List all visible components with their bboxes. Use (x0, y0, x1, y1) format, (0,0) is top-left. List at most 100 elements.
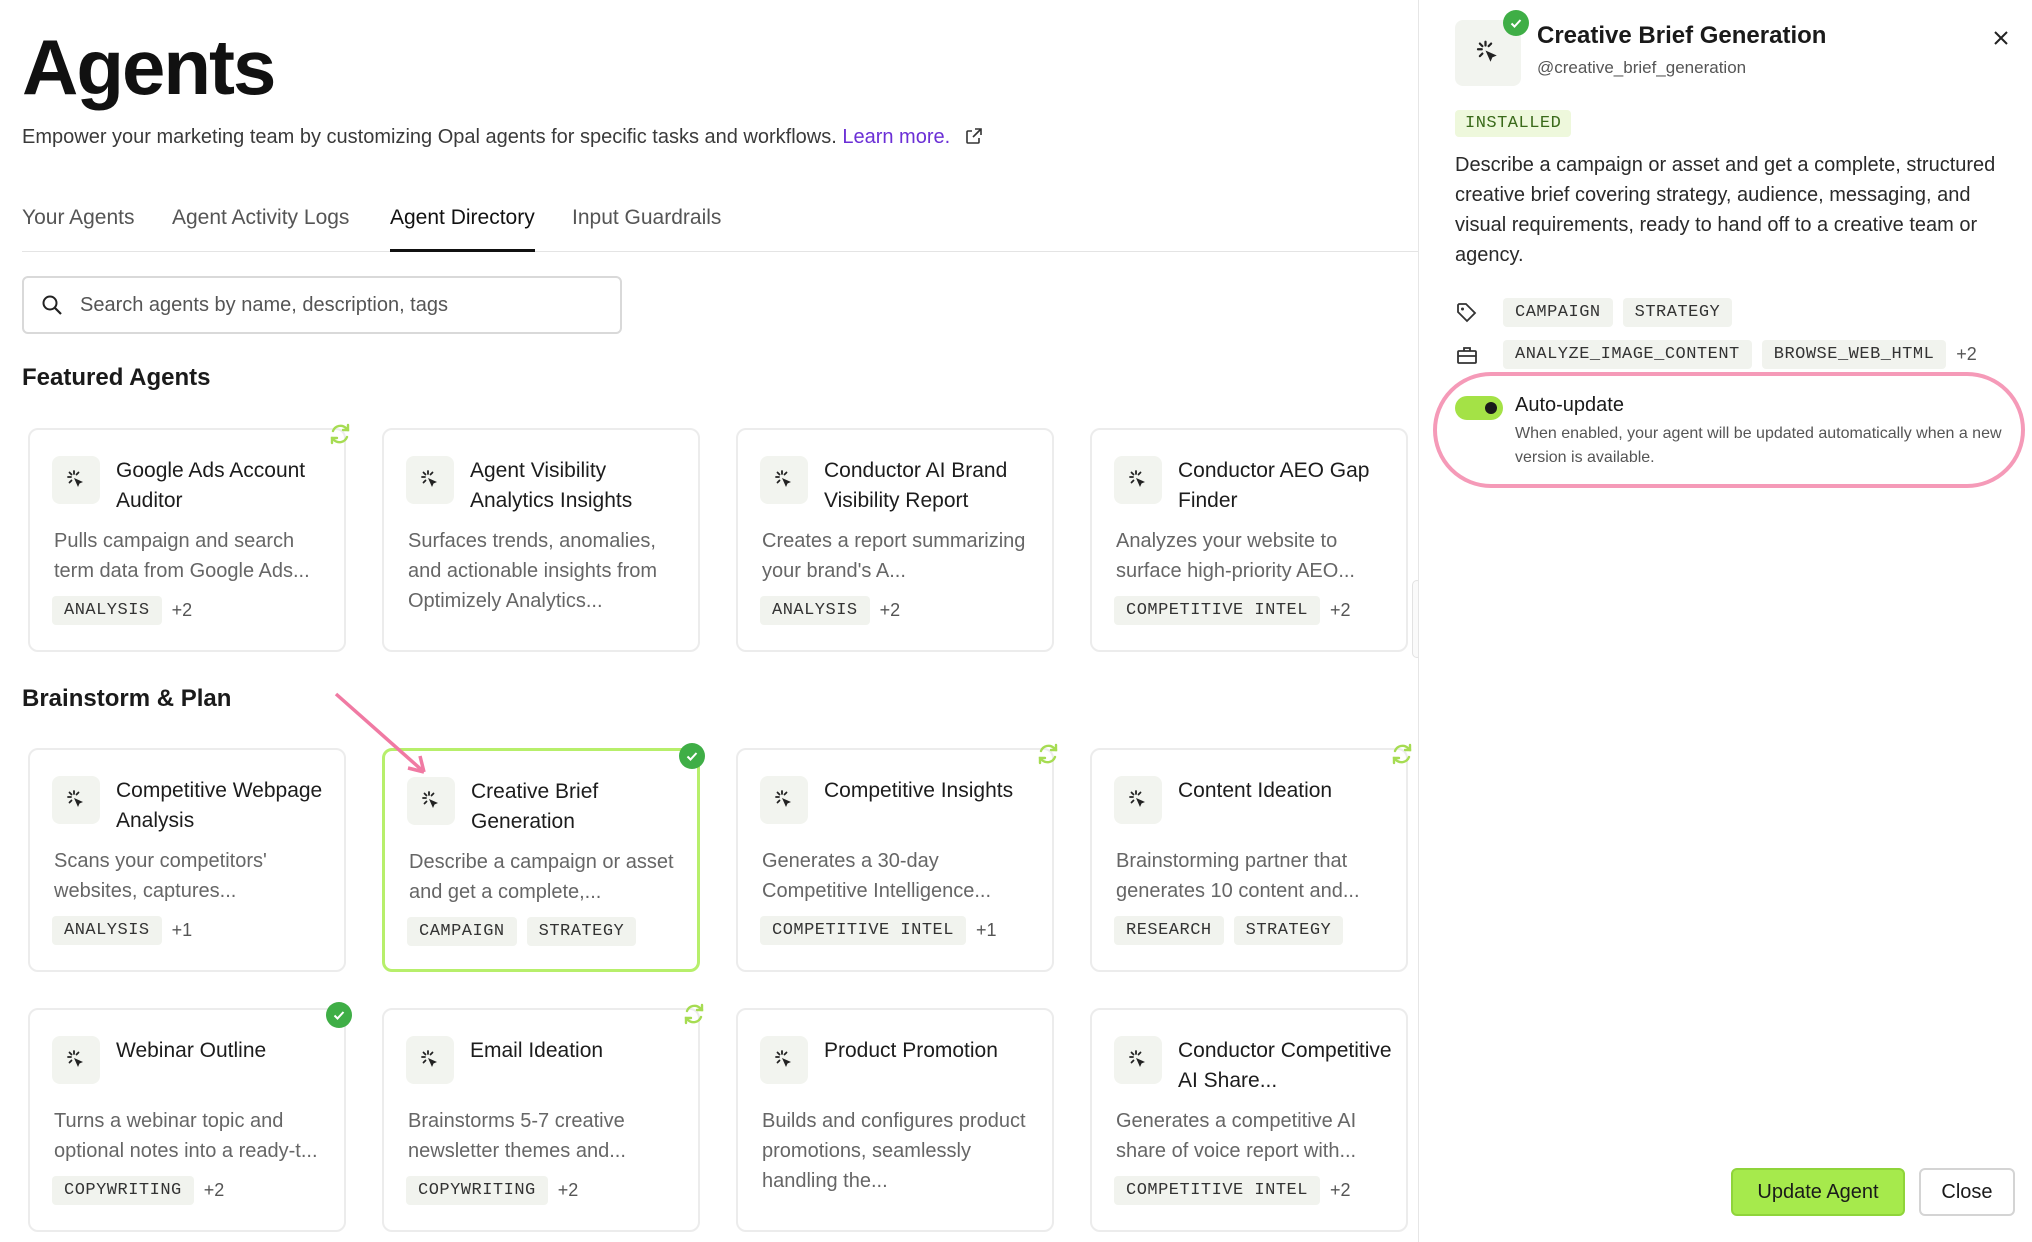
panel-tools-more[interactable]: +2 (1956, 344, 1977, 365)
card-tag: ANALYSIS (52, 596, 162, 625)
auto-update-title: Auto-update (1515, 394, 1624, 416)
agent-cursor-icon (407, 777, 455, 825)
card-title: Agent Visibility Analytics Insights (470, 459, 633, 512)
agent-cursor-icon (52, 456, 100, 504)
panel-tags-row: CAMPAIGN STRATEGY (1455, 298, 1733, 327)
card-tag: ANALYSIS (760, 596, 870, 625)
card-description: Builds and configures product promotions… (762, 1110, 1026, 1192)
card-tags: ANALYSIS +2 (52, 596, 192, 625)
agent-card[interactable]: Google Ads Account Auditor Pulls campaign… (28, 423, 350, 652)
agent-cursor-icon (1114, 456, 1162, 504)
card-title: Product Promotion (824, 1039, 998, 1062)
card-title: Conductor AEO Gap Finder (1178, 459, 1370, 512)
card-tags: ANALYSIS +2 (760, 596, 900, 625)
subtitle-text: Empower your marketing team by customizi… (22, 126, 837, 148)
panel-tool: BROWSE_WEB_HTML (1761, 340, 1947, 369)
tab-agent-activity-logs[interactable]: Agent Activity Logs (172, 206, 349, 252)
agent-cursor-icon (52, 1036, 100, 1084)
card-description: Turns a webinar topic and optional notes… (54, 1110, 318, 1162)
card-tag: COPYWRITING (406, 1176, 548, 1205)
card-tags-more: +1 (975, 920, 997, 940)
card-tags: COMPETITIVE INTEL +2 (1114, 1176, 1350, 1205)
panel-tool: ANALYZE_IMAGE_CONTENT (1503, 340, 1752, 369)
search-box (22, 276, 622, 334)
agent-cursor-icon (1114, 1036, 1162, 1084)
installed-check-icon (679, 743, 705, 769)
card-description: Brainstorms 5-7 creative newsletter them… (408, 1110, 626, 1162)
agent-card[interactable]: Product Promotion Builds and configures p… (736, 1008, 1054, 1232)
update-agent-button[interactable]: Update Agent (1731, 1168, 1905, 1216)
card-title: Content Ideation (1178, 779, 1333, 802)
tab-input-guardrails[interactable]: Input Guardrails (572, 206, 721, 252)
card-title: Email Ideation (470, 1039, 604, 1062)
card-tags-more: +2 (203, 1180, 225, 1200)
agent-card[interactable]: Agent Visibility Analytics Insights Surfa… (382, 428, 700, 652)
card-tags-more: +1 (171, 920, 193, 940)
annotation-arrow (334, 692, 426, 774)
agent-card[interactable]: Conductor AI Brand Visibility Report Crea… (736, 428, 1054, 652)
card-tags: RESEARCH STRATEGY (1114, 916, 1344, 945)
agent-cursor-icon (52, 776, 100, 824)
agent-card[interactable]: Webinar Outline Turns a webinar topic and… (28, 1002, 352, 1232)
card-title: Conductor AI Brand Visibility Report (824, 459, 1008, 512)
card-tag: STRATEGY (526, 917, 637, 946)
close-icon[interactable] (1989, 26, 2013, 50)
card-tags-more: +2 (1329, 600, 1351, 620)
toggle-knob (1485, 402, 1497, 414)
search-icon (42, 295, 62, 315)
close-button[interactable]: Close (1919, 1168, 2015, 1216)
card-tags-more: +2 (1329, 1180, 1351, 1200)
agent-cursor-icon (406, 456, 454, 504)
page-subtitle: Empower your marketing team by customizi… (22, 126, 984, 149)
card-description: Scans your competitors' websites, captur… (54, 850, 267, 902)
auto-update-toggle[interactable] (1455, 396, 1503, 420)
agents-page: Agents Empower your marketing team by cu… (0, 0, 2032, 1242)
tag-icon (1457, 302, 1477, 322)
agent-card[interactable]: Content Ideation Brainstorming partner th… (1090, 743, 1412, 972)
agent-card[interactable]: Competitive Insights Generates a 30-day C… (736, 743, 1058, 972)
card-description: Generates a competitive AI share of voic… (1116, 1110, 1357, 1162)
card-title: Competitive Insights (824, 779, 1014, 802)
card-tags: COPYWRITING +2 (406, 1176, 578, 1205)
card-tags-more: +2 (879, 600, 901, 620)
card-description: Creates a report summarizing your brand'… (762, 530, 1026, 582)
tab-your-agents[interactable]: Your Agents (22, 206, 135, 252)
agent-card[interactable]: Email Ideation Brainstorms 5-7 creative n… (382, 1003, 704, 1232)
update-available-icon (1034, 740, 1062, 768)
panel-tag: CAMPAIGN (1503, 298, 1613, 327)
agent-cursor-icon (406, 1036, 454, 1084)
page-title: Agents (22, 23, 276, 111)
section-brainstorm-plan: Brainstorm & Plan (22, 685, 232, 712)
status-badge: INSTALLED (1455, 110, 1572, 137)
card-tag: ANALYSIS (52, 916, 162, 945)
agent-detail-panel: Creative Brief Generation @creative_brie… (1418, 0, 2032, 1242)
agent-card[interactable]: Conductor Competitive AI Share... Generat… (1090, 1008, 1408, 1232)
card-description: Analyzes your website to surface high-pr… (1116, 530, 1355, 582)
card-tag: COMPETITIVE INTEL (1114, 1176, 1320, 1205)
agent-cursor-icon (760, 776, 808, 824)
card-description: Brainstorming partner that generates 10 … (1116, 850, 1360, 902)
card-title: Webinar Outline (116, 1039, 267, 1062)
card-tags: COPYWRITING +2 (52, 1176, 224, 1205)
card-tag: COMPETITIVE INTEL (760, 916, 966, 945)
agent-card[interactable]: Competitive Webpage Analysis Scans your c… (28, 748, 346, 972)
card-description: Describe a campaign or asset and get a c… (409, 851, 674, 903)
panel-tag: STRATEGY (1622, 298, 1733, 327)
card-title: Competitive Webpage Analysis (116, 779, 323, 832)
card-title: Creative Brief Generation (471, 780, 599, 833)
agent-card[interactable]: Conductor AEO Gap Finder Analyzes your we… (1090, 428, 1408, 652)
card-tag: RESEARCH (1114, 916, 1224, 945)
auto-update-description: When enabled, your agent will be updated… (1515, 425, 2002, 466)
search-input[interactable] (80, 293, 600, 317)
installed-check-icon (1503, 10, 1529, 36)
agent-cursor-icon (760, 1036, 808, 1084)
panel-tools-row: ANALYZE_IMAGE_CONTENT BROWSE_WEB_HTML +2 (1455, 340, 1977, 369)
card-tags: CAMPAIGN STRATEGY (407, 917, 637, 946)
toolbox-icon (1457, 346, 1477, 364)
tab-agent-directory[interactable]: Agent Directory (390, 206, 535, 252)
external-link-icon[interactable] (964, 126, 984, 146)
card-description: Surfaces trends, anomalies, and actionab… (408, 530, 658, 612)
agent-card[interactable]: Creative Brief Generation Describe a camp… (382, 743, 705, 972)
learn-more-link[interactable]: Learn more. (842, 126, 950, 148)
panel-description: Describe a campaign or asset and get a c… (1455, 154, 1996, 266)
